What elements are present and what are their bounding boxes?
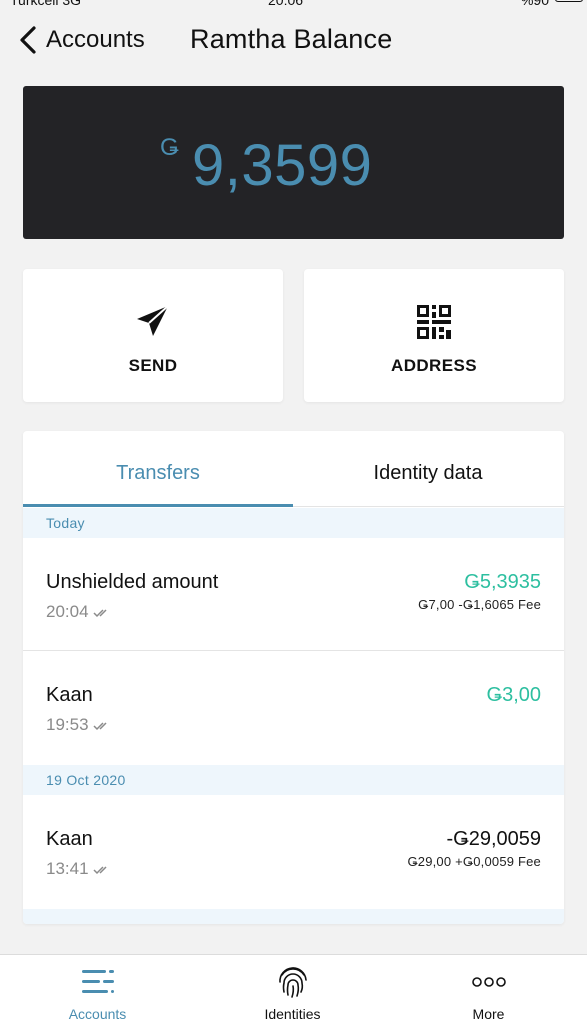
tab-transfers[interactable]: Transfers [23,431,293,507]
transaction-fee: Ǥ29,00 +Ǥ0,0059 Fee [407,854,541,869]
address-label: ADDRESS [391,356,477,375]
clock-label: 20:06 [268,0,304,8]
active-tab-indicator [23,504,293,507]
chevron-left-icon [20,26,36,54]
address-button[interactable]: ADDRESS [304,269,564,402]
double-check-icon [93,865,107,874]
send-button[interactable]: SEND [23,269,283,402]
page-title: Ramtha Balance [190,24,393,54]
battery-label: %90 [520,0,549,8]
double-check-icon [93,608,107,617]
transaction-name: Kaan [46,684,93,706]
section-header-today: Today [23,508,564,538]
currency-symbol: Ǥ [160,134,179,161]
bottom-tab-label: Accounts [68,1006,127,1022]
send-plane-icon [137,305,169,336]
back-button[interactable]: Accounts [14,22,145,58]
bottom-tab-label: Identities [264,1006,321,1022]
transaction-row[interactable]: Kaan 13:41 -Ǥ29,0059 Ǥ29,00 +Ǥ0,0059 Fee [23,795,564,909]
bottom-tab-accounts[interactable]: Accounts [0,955,195,1024]
transaction-row[interactable]: Kaan 19:53 Ǥ3,00 [23,651,564,765]
transaction-amount: -Ǥ29,0059 [446,828,541,850]
status-bar: Turkcell 3G 20:06 %90 [0,0,587,8]
carrier-label: Turkcell 3G [10,0,82,8]
section-header-date: 19 Oct 2020 [23,765,564,795]
section-header-label: Today [46,515,85,531]
transaction-row[interactable]: Unshielded amount 20:04 Ǥ5,3935 Ǥ7,00 -Ǥ… [23,538,564,651]
bottom-tab-label: More [472,1006,505,1022]
section-header-label: 19 Oct 2020 [46,772,126,788]
battery-icon [555,0,583,2]
send-label: SEND [128,356,178,375]
double-check-icon [93,721,107,730]
transaction-name: Unshielded amount [46,571,219,593]
nav-bar: Accounts Ramtha Balance [0,14,587,66]
transaction-fee: Ǥ7,00 -Ǥ1,6065 Fee [418,597,541,612]
transaction-time: 13:41 [46,859,111,879]
tab-strip: Transfers Identity data [23,431,564,507]
back-label: Accounts [46,26,145,53]
tab-identity-data[interactable]: Identity data [293,431,563,507]
accounts-icon [81,970,114,993]
bottom-tab-identities[interactable]: Identities [195,955,390,1024]
more-icon [471,977,506,987]
transaction-name: Kaan [46,828,93,850]
bottom-tab-more[interactable]: More [391,955,586,1024]
transaction-amount: Ǥ3,00 [486,684,541,706]
fingerprint-icon [278,967,307,998]
transaction-time: 19:53 [46,715,111,735]
transaction-time: 20:04 [46,602,111,622]
transfers-panel: Transfers Identity data Today Unshielded… [23,431,564,924]
bottom-tab-bar: Accounts Identities More [0,954,587,1024]
section-header-partial [23,909,564,924]
balance-amount: 9,3599 [192,133,373,198]
transaction-amount: Ǥ5,3935 [464,571,541,593]
qr-code-icon [417,305,451,339]
